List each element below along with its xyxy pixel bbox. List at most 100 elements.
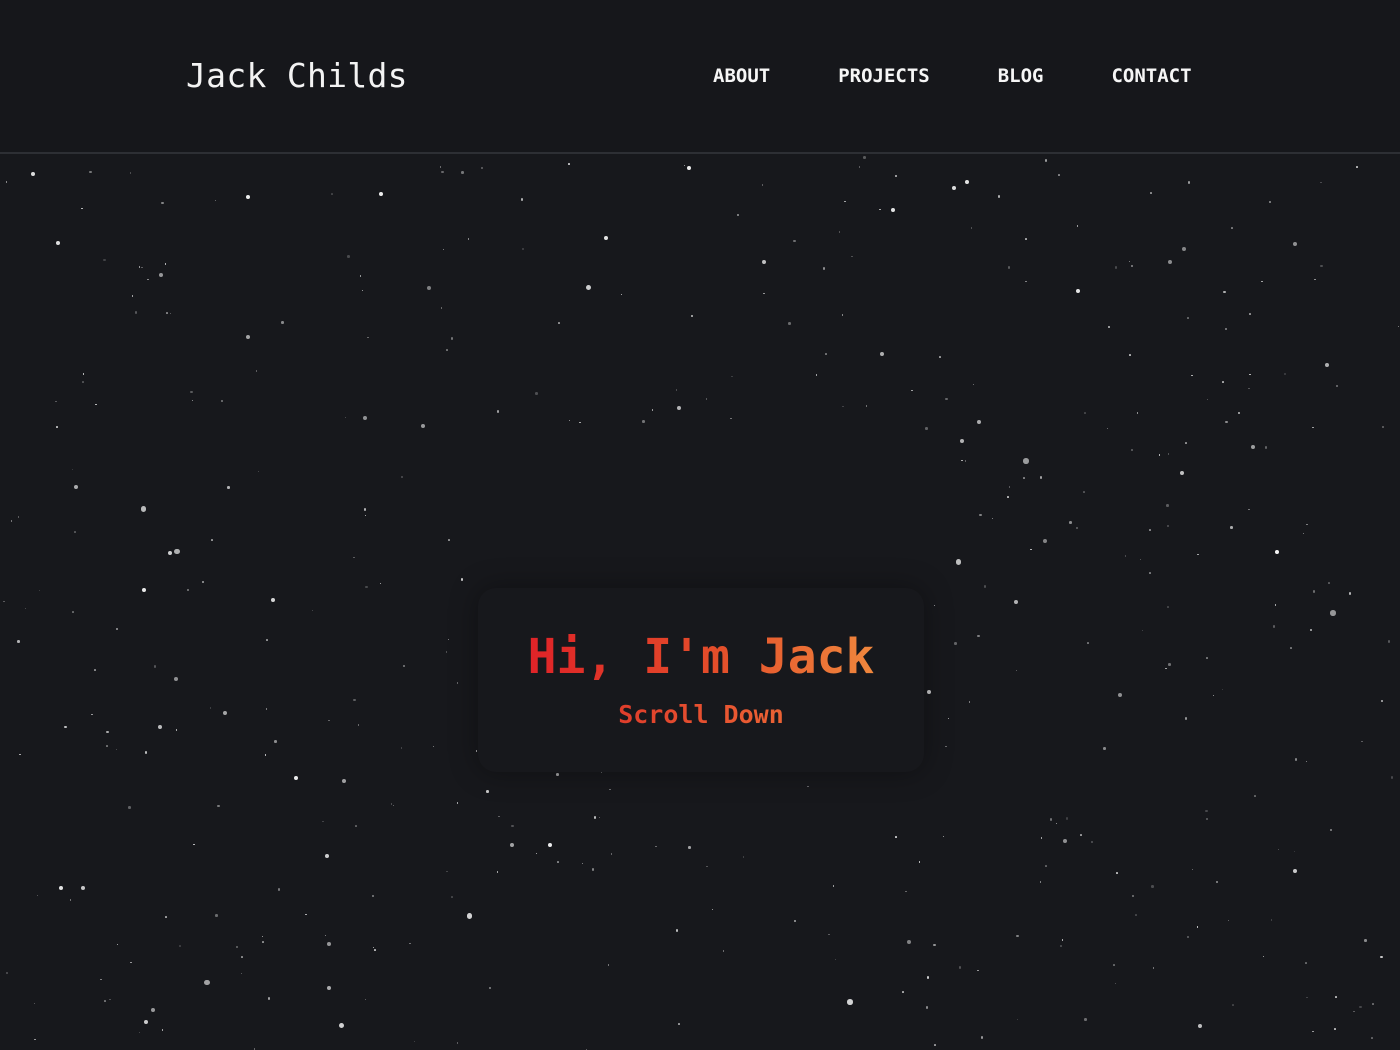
star-dot: [72, 611, 74, 613]
star-dot: [353, 556, 355, 559]
star-dot: [677, 405, 681, 410]
star-dot: [926, 689, 931, 694]
star-dot: [19, 753, 21, 755]
star-dot: [1272, 625, 1276, 628]
star-dot: [815, 374, 818, 376]
star-dot: [655, 845, 657, 848]
star-dot: [793, 239, 796, 243]
star-dot: [265, 708, 268, 710]
star-dot: [838, 231, 840, 233]
star-dot: [1302, 532, 1305, 534]
star-dot: [968, 701, 970, 703]
star-dot: [109, 998, 111, 1001]
star-dot: [951, 185, 956, 190]
star-dot: [1334, 1028, 1336, 1030]
star-dot: [31, 171, 36, 176]
star-dot: [166, 312, 168, 314]
star-dot: [1206, 657, 1208, 659]
star-dot: [675, 389, 678, 391]
star-dot: [104, 1000, 106, 1002]
star-dot: [144, 751, 148, 754]
star-dot: [161, 201, 164, 205]
star-dot: [1325, 362, 1330, 367]
star-dot: [1249, 313, 1251, 315]
star-dot: [186, 588, 190, 592]
star-dot: [467, 238, 470, 240]
star-dot: [451, 896, 453, 898]
star-dot: [496, 410, 500, 413]
hero-card: Hi, I'm Jack Scroll Down: [478, 588, 924, 772]
star-dot: [983, 585, 987, 588]
star-dot: [106, 730, 109, 734]
star-dot: [38, 589, 41, 592]
star-dot: [456, 1042, 459, 1044]
star-dot: [1060, 945, 1062, 947]
star-dot: [440, 307, 443, 309]
star-dot: [942, 835, 945, 838]
star-dot: [1356, 166, 1358, 168]
nav-blog-link[interactable]: BLOG: [998, 62, 1044, 90]
star-dot: [209, 707, 212, 709]
star-dot: [441, 170, 444, 174]
star-dot: [1107, 325, 1110, 329]
star-dot: [1387, 640, 1391, 643]
star-dot: [95, 403, 97, 406]
star-dot: [5, 971, 8, 975]
star-dot: [558, 322, 560, 324]
star-dot: [844, 200, 846, 203]
star-dot: [947, 717, 950, 719]
star-dot: [675, 929, 679, 932]
star-dot: [486, 790, 489, 793]
star-dot: [1131, 894, 1135, 898]
site-header: Jack Childs ABOUT PROJECTS BLOG CONTACT: [0, 0, 1400, 154]
star-dot: [328, 719, 330, 722]
star-dot: [1030, 548, 1032, 550]
star-dot: [74, 531, 76, 533]
star-dot: [1076, 225, 1079, 227]
nav-projects-link[interactable]: PROJECTS: [838, 62, 930, 90]
star-dot: [1320, 264, 1323, 267]
star-dot: [130, 961, 132, 963]
star-dot: [1007, 496, 1009, 498]
star-dot: [400, 747, 403, 749]
star-dot: [355, 825, 357, 827]
star-dot: [1076, 289, 1081, 294]
star-dot: [521, 247, 524, 251]
star-dot: [175, 729, 178, 731]
star-dot: [220, 399, 224, 402]
star-dot: [954, 642, 957, 645]
star-dot: [392, 804, 395, 807]
star-dot: [1167, 453, 1170, 455]
star-dot: [432, 745, 435, 747]
star-dot: [33, 1002, 36, 1004]
star-dot: [153, 665, 156, 668]
star-dot: [169, 312, 172, 315]
star-dot: [977, 969, 979, 972]
nav-contact-link[interactable]: CONTACT: [1111, 62, 1191, 90]
star-dot: [138, 1031, 141, 1033]
star-dot: [832, 885, 835, 887]
star-dot: [1222, 381, 1224, 383]
star-dot: [1215, 880, 1219, 884]
star-dot: [742, 856, 745, 858]
star-dot: [24, 607, 27, 609]
star-dot: [496, 871, 499, 873]
star-dot: [450, 337, 454, 340]
star-dot: [945, 397, 948, 401]
nav-about-link[interactable]: ABOUT: [713, 62, 770, 90]
star-dot: [1090, 840, 1094, 844]
site-logo[interactable]: Jack Childs: [186, 52, 408, 100]
star-dot: [179, 945, 181, 947]
star-dot: [204, 979, 210, 986]
star-dot: [91, 713, 93, 715]
star-dot: [1023, 477, 1025, 479]
star-dot: [367, 336, 369, 338]
star-dot: [1348, 592, 1352, 595]
star-dot: [925, 1006, 929, 1009]
star-dot: [1283, 372, 1286, 376]
star-dot: [1136, 412, 1139, 414]
star-dot: [442, 248, 445, 251]
star-dot: [1158, 454, 1160, 456]
star-dot: [1187, 317, 1189, 319]
star-dot: [568, 163, 570, 165]
